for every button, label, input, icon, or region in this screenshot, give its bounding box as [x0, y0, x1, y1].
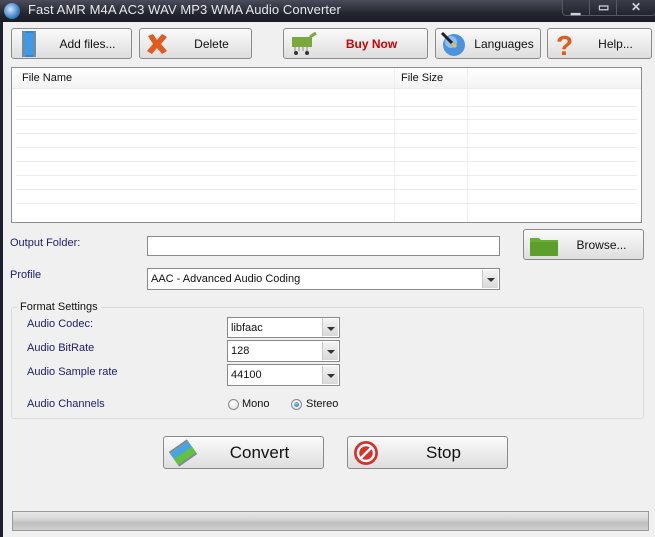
close-icon: ✕ [631, 0, 642, 14]
audio-bitrate-value: 128 [231, 345, 250, 357]
audio-sample-rate-select[interactable]: 44100 [227, 364, 340, 386]
languages-button[interactable]: Languages [435, 28, 541, 59]
add-files-button[interactable]: Add files... [11, 28, 132, 59]
stop-label: Stop [426, 442, 461, 462]
svg-text:?: ? [556, 31, 573, 57]
file-list[interactable]: File Name File Size [11, 67, 642, 223]
column-file-size[interactable]: File Size [401, 72, 443, 84]
stop-button[interactable]: Stop [347, 436, 508, 469]
languages-label: Languages [474, 36, 534, 51]
profile-select[interactable]: AAC - Advanced Audio Coding [147, 268, 500, 290]
conversion-progress-bar [12, 511, 649, 531]
stop-sign-icon [354, 441, 378, 465]
maximize-icon: ▭ [598, 0, 610, 14]
stereo-label[interactable]: Stereo [306, 398, 338, 410]
browse-button[interactable]: Browse... [523, 229, 644, 260]
minimize-button[interactable]: ▁ [562, 0, 590, 16]
red-x-icon [147, 34, 167, 54]
format-settings-title: Format Settings [17, 301, 101, 313]
audio-channels-label: Audio Channels [27, 398, 105, 410]
film-strip-icon [22, 31, 36, 57]
buy-now-button[interactable]: Buy Now [283, 28, 428, 59]
mono-label[interactable]: Mono [242, 398, 270, 410]
shopping-cart-icon [292, 31, 317, 55]
audio-bitrate-select[interactable]: 128 [227, 340, 340, 362]
question-mark-icon: ? [556, 31, 573, 57]
file-list-header: File Name File Size [12, 68, 641, 89]
chevron-down-icon[interactable] [482, 270, 498, 288]
delete-button[interactable]: Delete [139, 28, 252, 59]
chevron-down-icon[interactable] [322, 319, 338, 336]
help-label: Help... [598, 36, 633, 51]
minimize-icon: ▁ [571, 1, 581, 15]
convert-label: Convert [229, 442, 290, 462]
maximize-button[interactable]: ▭ [589, 0, 617, 16]
help-button[interactable]: ? Help... [547, 28, 652, 59]
globe-pen-icon [440, 31, 465, 56]
main-window: Add files... Delete Buy Now Languages ? [3, 22, 655, 537]
column-file-name[interactable]: File Name [22, 72, 72, 84]
film-convert-icon [168, 439, 198, 467]
audio-sample-rate-value: 44100 [231, 369, 262, 381]
app-icon [4, 3, 20, 19]
delete-label: Delete [194, 36, 229, 51]
output-folder-input[interactable] [147, 236, 500, 256]
title-bar: Fast AMR M4A AC3 WAV MP3 WMA Audio Conve… [0, 0, 655, 22]
add-files-label: Add files... [59, 36, 116, 51]
stereo-radio[interactable] [291, 399, 302, 410]
folder-icon [530, 238, 558, 256]
audio-codec-select[interactable]: libfaac [227, 317, 340, 338]
buy-now-label: Buy Now [345, 36, 398, 51]
audio-bitrate-label: Audio BitRate [27, 342, 95, 354]
audio-sample-rate-label: Audio Sample rate [27, 366, 118, 378]
output-folder-label: Output Folder: [10, 237, 81, 249]
audio-codec-value: libfaac [231, 322, 263, 334]
chevron-down-icon[interactable] [322, 366, 338, 384]
mono-radio[interactable] [228, 399, 239, 410]
audio-codec-label: Audio Codec: [27, 318, 94, 330]
browse-label: Browse... [576, 237, 627, 252]
chevron-down-icon[interactable] [322, 342, 338, 360]
convert-button[interactable]: Convert [163, 436, 324, 469]
window-title: Fast AMR M4A AC3 WAV MP3 WMA Audio Conve… [28, 2, 341, 17]
profile-value: AAC - Advanced Audio Coding [151, 273, 301, 285]
profile-label: Profile [10, 269, 42, 281]
close-button[interactable]: ✕ [616, 0, 655, 16]
